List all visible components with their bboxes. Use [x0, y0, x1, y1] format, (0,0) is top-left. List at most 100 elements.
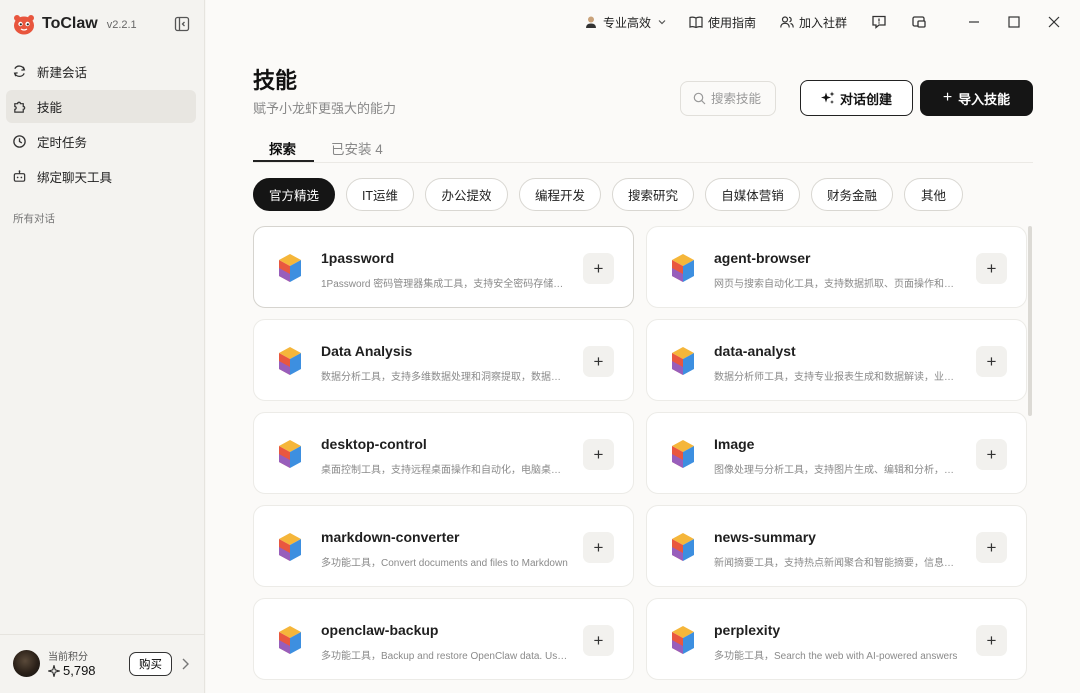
skill-cube-icon — [279, 440, 301, 468]
skill-name: data-analyst — [714, 343, 796, 359]
add-skill-button[interactable]: + — [976, 253, 1007, 284]
add-skill-button[interactable]: + — [583, 346, 614, 377]
sidebar-item-scheduled-tasks[interactable]: 定时任务 — [6, 125, 196, 158]
community-label: 加入社群 — [799, 15, 848, 30]
tab-bar: 探索 已安装 4 — [253, 133, 1033, 163]
dialog-create-label: 对话创建 — [839, 91, 892, 107]
skill-description: 数据分析工具，支持多维数据处理和洞察提取，数据可视化呈现 — [321, 372, 569, 383]
sparkle-icon — [820, 91, 835, 104]
topbar: 专业高效 使用指南 加入社群 — [206, 0, 1080, 45]
sidebar-collapse-icon[interactable] — [174, 16, 190, 32]
skill-description: 多功能工具，Convert documents and files to Mar… — [321, 558, 568, 569]
add-skill-button[interactable]: + — [583, 439, 614, 470]
category-chip[interactable]: 官方精选 — [253, 178, 335, 211]
category-chip[interactable]: 自媒体营销 — [705, 178, 800, 211]
sparkle-icon — [48, 664, 60, 677]
skill-card[interactable]: data-analyst 数据分析师工具，支持专业报表生成和数据解读，业务洞察 + — [646, 319, 1027, 401]
chevron-down-icon — [658, 20, 666, 25]
skill-description: 新闻摘要工具，支持热点新闻聚合和智能摘要，信息速览 — [714, 558, 962, 569]
skill-name: desktop-control — [321, 436, 427, 452]
skill-card[interactable]: desktop-control 桌面控制工具，支持远程桌面操作和自动化，电脑桌面管… — [253, 412, 634, 494]
import-skill-button[interactable]: + 导入技能 — [920, 80, 1033, 116]
tab-active-indicator — [253, 160, 314, 162]
add-skill-button[interactable]: + — [976, 625, 1007, 656]
puzzle-icon — [14, 101, 26, 113]
sidebar-item-label: 技能 — [37, 101, 63, 115]
community-link[interactable]: 加入社群 — [780, 13, 847, 31]
skill-cube-icon — [672, 254, 694, 282]
mode-selector[interactable]: 专业高效 — [584, 13, 667, 31]
category-chip[interactable]: IT运维 — [346, 178, 414, 211]
category-chip[interactable]: 编程开发 — [519, 178, 601, 211]
skill-cube-icon — [672, 347, 694, 375]
tab-installed[interactable]: 已安装 4 — [331, 138, 383, 158]
app-name: ToClaw — [42, 15, 98, 32]
app-version: v2.2.1 — [106, 19, 137, 31]
skill-card[interactable]: markdown-converter 多功能工具，Convert document… — [253, 505, 634, 587]
skill-cube-icon — [279, 254, 301, 282]
all-conversations-label: 所有对话 — [13, 213, 55, 225]
skill-cube-icon — [279, 347, 301, 375]
new-chat-icon — [13, 65, 26, 77]
points-panel: 当前积分 5,798 购买 — [0, 634, 205, 693]
main-panel: 专业高效 使用指南 加入社群 技能 赋予小龙虾更强大的能力 搜索技能 对话创建 … — [206, 0, 1080, 693]
skill-cube-icon — [279, 533, 301, 561]
skill-card[interactable]: news-summary 新闻摘要工具，支持热点新闻聚合和智能摘要，信息速览 + — [646, 505, 1027, 587]
add-skill-button[interactable]: + — [976, 532, 1007, 563]
guide-link[interactable]: 使用指南 — [689, 13, 756, 31]
add-skill-button[interactable]: + — [583, 532, 614, 563]
scrollbar[interactable] — [1028, 226, 1032, 416]
sidebar-item-bind-chat-tools[interactable]: 绑定聊天工具 — [6, 160, 196, 193]
skill-name: openclaw-backup — [321, 622, 439, 638]
skill-name: markdown-converter — [321, 529, 460, 545]
close-icon[interactable] — [1046, 14, 1062, 30]
robot-icon — [13, 170, 26, 182]
buy-button[interactable]: 购买 — [129, 652, 172, 676]
search-input[interactable] — [711, 91, 773, 106]
mode-label: 专业高效 — [603, 15, 652, 30]
skill-cube-icon — [672, 533, 694, 561]
category-chip[interactable]: 办公提效 — [425, 178, 508, 211]
skill-card[interactable]: Image 图像处理与分析工具，支持图片生成、编辑和分析，视觉识别 + — [646, 412, 1027, 494]
skill-card[interactable]: perplexity 多功能工具，Search the web with AI-p… — [646, 598, 1027, 680]
skill-grid: 1password 1Password 密码管理器集成工具，支持安全密码存储和管理… — [253, 226, 1027, 693]
skill-card[interactable]: Data Analysis 数据分析工具，支持多维数据处理和洞察提取，数据可视化呈… — [253, 319, 634, 401]
tab-explore[interactable]: 探索 — [269, 138, 296, 158]
skill-card[interactable]: agent-browser 网页与搜索自动化工具，支持数据抓取、页面操作和信息提取… — [646, 226, 1027, 308]
add-skill-button[interactable]: + — [583, 625, 614, 656]
add-skill-button[interactable]: + — [976, 439, 1007, 470]
chevron-right-icon[interactable] — [180, 657, 190, 671]
dialog-create-button[interactable]: 对话创建 — [800, 80, 913, 116]
points-value: 5,798 — [48, 663, 96, 678]
search-icon — [693, 92, 706, 105]
page-subtitle: 赋予小龙虾更强大的能力 — [253, 101, 397, 116]
category-chip[interactable]: 搜索研究 — [612, 178, 694, 211]
sidebar-item-new-chat[interactable]: 新建会话 — [6, 55, 196, 88]
sidebar-nav: 新建会话 技能 定时任务 绑定聊天工具 — [6, 55, 196, 195]
skill-name: 1password — [321, 250, 395, 266]
skill-name: news-summary — [714, 529, 816, 545]
add-skill-button[interactable]: + — [976, 346, 1007, 377]
skill-card[interactable]: 1password 1Password 密码管理器集成工具，支持安全密码存储和管理… — [253, 226, 634, 308]
window-switch-icon[interactable] — [911, 14, 927, 30]
skill-card[interactable]: openclaw-backup 多功能工具，Backup and restore … — [253, 598, 634, 680]
skill-description: 多功能工具，Search the web with AI-powered ans… — [714, 651, 958, 662]
skill-search[interactable] — [680, 81, 776, 116]
skill-name: Data Analysis — [321, 343, 413, 359]
skill-cube-icon — [672, 440, 694, 468]
avatar[interactable] — [13, 650, 40, 677]
category-chip[interactable]: 其他 — [904, 178, 963, 211]
skill-cube-icon — [672, 626, 694, 654]
maximize-icon[interactable] — [1006, 14, 1022, 30]
feedback-icon[interactable] — [871, 14, 887, 30]
minimize-icon[interactable] — [966, 14, 982, 30]
points-label: 当前积分 — [48, 652, 88, 663]
add-skill-button[interactable]: + — [583, 253, 614, 284]
guide-label: 使用指南 — [708, 15, 757, 30]
skill-name: Image — [714, 436, 755, 452]
sidebar-item-skills[interactable]: 技能 — [6, 90, 196, 123]
points-amount: 5,798 — [63, 663, 96, 678]
category-chip[interactable]: 财务金融 — [811, 178, 893, 211]
page-title: 技能 — [253, 68, 298, 93]
brand: ToClaw v2.2.1 — [12, 11, 137, 37]
